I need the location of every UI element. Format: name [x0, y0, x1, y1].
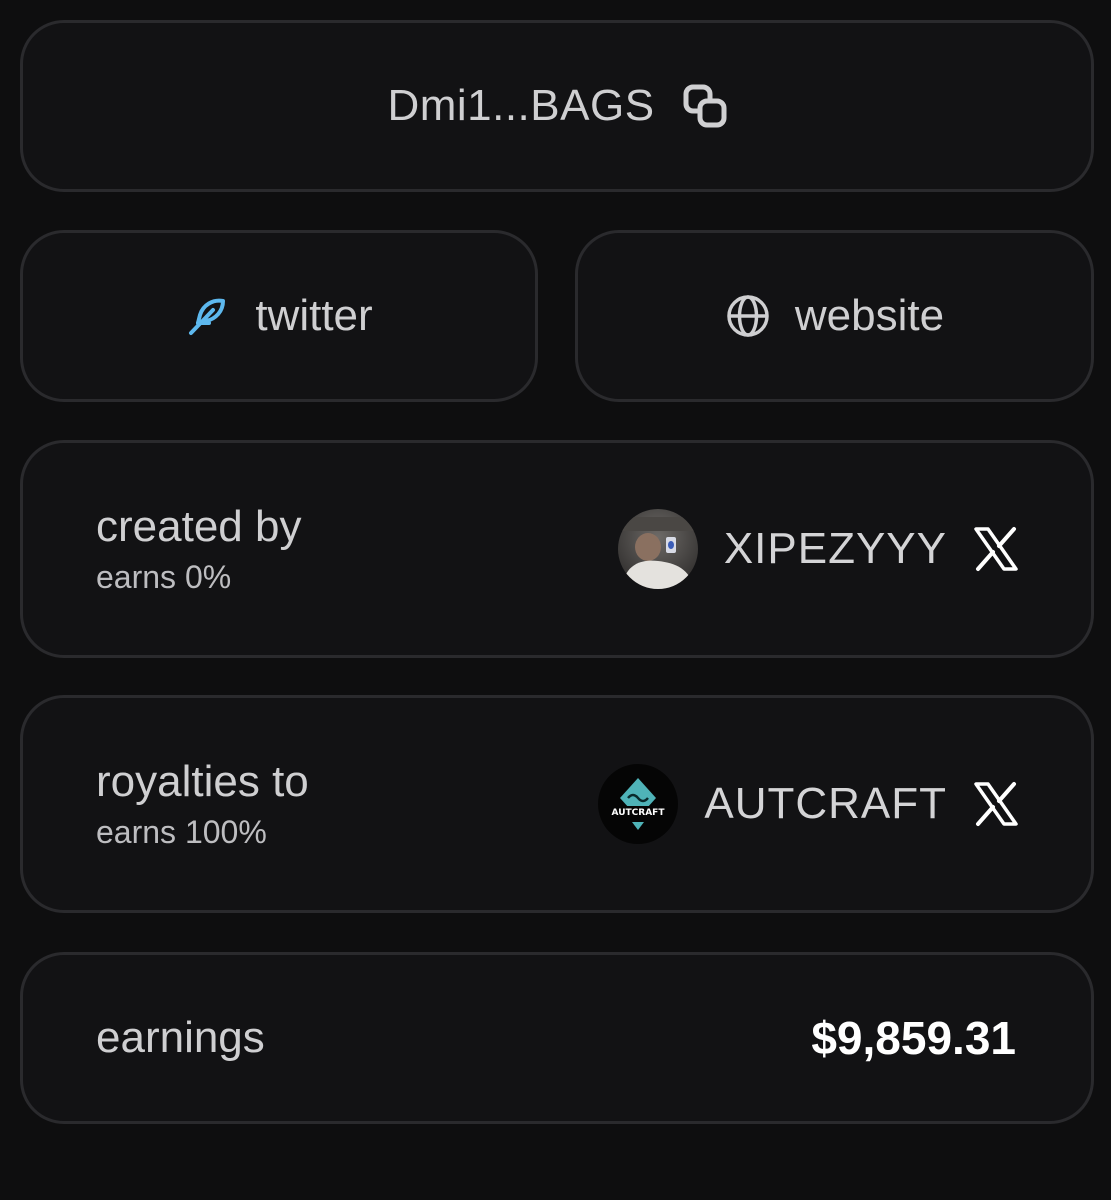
- creator-title: created by: [96, 502, 302, 551]
- website-link-label: website: [794, 291, 945, 340]
- twitter-link-label: twitter: [255, 291, 373, 340]
- earnings-card: earnings $9,859.31: [20, 952, 1094, 1124]
- royalties-avatar[interactable]: AUTCRAFT: [598, 764, 679, 844]
- royalties-earns: earns 100%: [96, 814, 267, 850]
- x-logo-icon[interactable]: [973, 526, 1019, 572]
- creator-earns: earns 0%: [96, 559, 232, 595]
- website-link-button[interactable]: website: [575, 230, 1094, 402]
- copy-icon[interactable]: [683, 84, 727, 128]
- globe-icon: [725, 293, 771, 339]
- token-address: Dmi1...BAGS: [387, 81, 655, 130]
- royalties-title: royalties to: [96, 757, 309, 806]
- autcraft-logo-text: AUTCRAFT: [612, 808, 666, 818]
- royalties-handle[interactable]: AUTCRAFT: [704, 779, 947, 829]
- twitter-link-button[interactable]: twitter: [20, 230, 538, 402]
- creator-handle[interactable]: XIPEZYYY: [724, 524, 947, 574]
- creator-avatar[interactable]: [617, 509, 698, 589]
- royalties-card: royalties to earns 100% AUTCRAFT AUTCRAF…: [20, 695, 1094, 913]
- earnings-label: earnings: [96, 1013, 265, 1062]
- earnings-value: $9,859.31: [811, 1012, 1016, 1064]
- x-logo-icon[interactable]: [973, 781, 1019, 827]
- token-address-card[interactable]: Dmi1...BAGS: [20, 20, 1094, 192]
- feather-icon: [185, 293, 231, 339]
- creator-card: created by earns 0% XIPEZYYY: [20, 440, 1094, 658]
